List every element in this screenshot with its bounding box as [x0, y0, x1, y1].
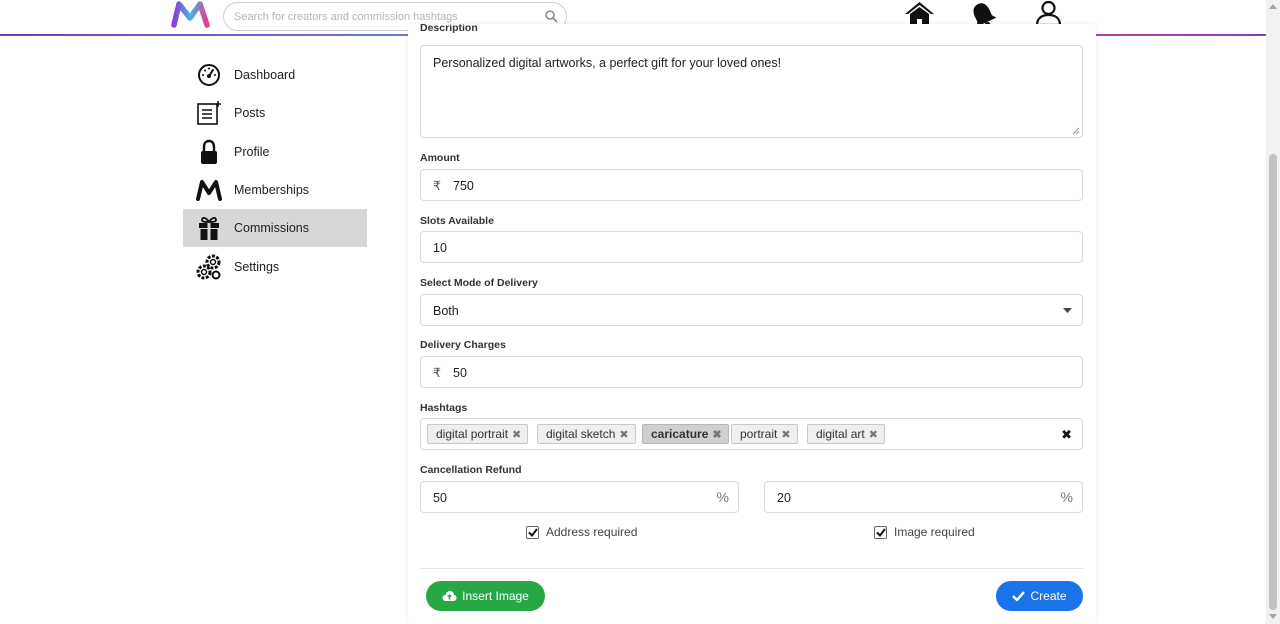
percent-icon: % — [716, 489, 729, 505]
description-textarea[interactable]: Personalized digital artworks, a perfect… — [420, 45, 1083, 138]
scroll-down-icon[interactable] — [1269, 614, 1277, 619]
rupee-icon: ₹ — [433, 179, 441, 193]
refund-input-2[interactable]: 20 % — [764, 481, 1083, 513]
resize-handle-icon[interactable] — [1072, 127, 1080, 135]
hashtag-chip[interactable]: digital art ✖ — [807, 424, 885, 444]
address-required-label: Address required — [546, 525, 638, 539]
amount-input[interactable]: ₹ 750 — [420, 169, 1083, 201]
hashtag-chip[interactable]: digital portrait ✖ — [427, 424, 529, 444]
cloud-upload-icon — [442, 591, 457, 601]
amount-value: 750 — [453, 179, 474, 193]
cancellation-label: Cancellation Refund — [420, 464, 522, 476]
description-value: Personalized digital artworks, a perfect… — [433, 56, 782, 70]
delivery-charges-value: 50 — [453, 366, 467, 380]
hashtag-chip[interactable]: portrait ✖ — [731, 424, 798, 444]
description-label: Description — [420, 24, 478, 34]
insert-image-button[interactable]: Insert Image — [426, 581, 545, 611]
slots-input[interactable]: 10 — [420, 231, 1083, 263]
percent-icon: % — [1060, 489, 1073, 505]
posts-icon — [196, 100, 222, 126]
hashtag-text: digital art — [816, 427, 865, 441]
refund-value-2: 20 — [777, 491, 791, 505]
hashtags-input[interactable]: digital portrait ✖ digital sketch ✖ carica… — [420, 418, 1083, 450]
sidebar-item-commissions[interactable]: Commissions — [183, 209, 367, 248]
app-logo[interactable] — [170, 0, 212, 28]
scroll-up-icon[interactable] — [1269, 4, 1277, 9]
sidebar-item-label: Profile — [234, 144, 270, 159]
user-icon[interactable] — [1035, 0, 1062, 27]
sidebar-item-label: Memberships — [234, 183, 310, 198]
sidebar-item-label: Dashboard — [234, 68, 296, 83]
hashtag-chip[interactable]: caricature ✖ — [642, 424, 729, 444]
amount-label: Amount — [420, 152, 460, 164]
rupee-icon: ₹ — [433, 366, 441, 380]
remove-tag-icon[interactable]: ✖ — [781, 429, 790, 441]
slots-label: Slots Available — [420, 215, 494, 227]
image-required-checkbox[interactable]: Image required — [874, 525, 975, 539]
description-label-wrapper: Description — [420, 24, 500, 36]
hashtag-chip[interactable]: digital sketch ✖ — [537, 424, 636, 444]
clear-all-icon[interactable]: ✖ — [1061, 427, 1072, 443]
search-icon[interactable] — [544, 9, 558, 23]
hashtag-text: digital portrait — [436, 427, 509, 441]
sidebar-item-label: Posts — [234, 106, 266, 121]
hashtag-text: digital sketch — [546, 427, 616, 441]
hashtag-text: caricature — [651, 427, 709, 441]
image-required-label: Image required — [894, 525, 975, 539]
slots-value: 10 — [433, 241, 447, 255]
sidebar-item-memberships[interactable]: Memberships — [183, 171, 367, 209]
checkbox-checked-icon[interactable] — [874, 525, 887, 539]
delivery-mode-label: Select Mode of Delivery — [420, 277, 538, 289]
remove-tag-icon[interactable]: ✖ — [712, 429, 721, 441]
refund-value-1: 50 — [433, 491, 447, 505]
delivery-charges-input[interactable]: ₹ 50 — [420, 356, 1083, 388]
scrollbar-thumb[interactable] — [1269, 154, 1277, 610]
sidebar: Dashboard Posts Profile Memberships Comm… — [183, 56, 367, 286]
speedometer-icon — [196, 62, 222, 88]
sidebar-item-label: Commissions — [234, 221, 310, 236]
sidebar-item-settings[interactable]: Settings — [183, 247, 367, 285]
address-required-checkbox[interactable]: Address required — [526, 525, 637, 539]
remove-tag-icon[interactable]: ✖ — [619, 429, 628, 441]
m-logo-icon — [196, 177, 222, 203]
page-scrollbar[interactable] — [1266, 0, 1280, 624]
gift-icon — [196, 215, 222, 241]
create-label: Create — [1030, 589, 1067, 603]
lock-icon — [196, 139, 222, 165]
delivery-charges-label: Delivery Charges — [420, 339, 506, 351]
sidebar-item-posts[interactable]: Posts — [183, 94, 367, 132]
remove-tag-icon[interactable]: ✖ — [512, 429, 521, 441]
delivery-mode-value: Both — [433, 304, 459, 318]
insert-image-label: Insert Image — [462, 589, 529, 603]
checkmark-icon — [1012, 591, 1026, 601]
sidebar-item-label: Settings — [234, 259, 280, 274]
create-button[interactable]: Create — [996, 581, 1083, 611]
sidebar-item-dashboard[interactable]: Dashboard — [183, 56, 367, 94]
hashtag-text: portrait — [740, 427, 778, 441]
caret-down-icon — [1063, 308, 1072, 313]
delivery-mode-select[interactable]: Both — [420, 294, 1083, 326]
form-divider — [420, 568, 1083, 569]
hashtags-label: Hashtags — [420, 402, 468, 414]
sidebar-item-profile[interactable]: Profile — [183, 133, 367, 171]
checkbox-checked-icon[interactable] — [526, 525, 539, 539]
gears-icon — [196, 254, 222, 280]
refund-input-1[interactable]: 50 % — [420, 481, 739, 513]
remove-tag-icon[interactable]: ✖ — [869, 429, 878, 441]
